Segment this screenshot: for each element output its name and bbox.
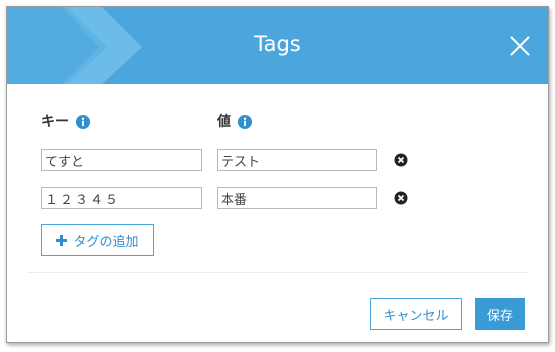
info-icon[interactable] (238, 115, 252, 129)
key-column-header: キー (41, 113, 90, 131)
tag-value-input[interactable] (217, 149, 377, 171)
key-label: キー (41, 114, 69, 130)
tag-key-input[interactable] (41, 187, 202, 209)
cancel-button[interactable]: キャンセル (370, 298, 462, 330)
save-button[interactable]: 保存 (475, 298, 525, 330)
info-icon[interactable] (76, 115, 90, 129)
plus-icon (56, 234, 68, 246)
value-column-header: 値 (217, 113, 252, 131)
dialog-header: Tags (7, 7, 548, 84)
tag-key-input[interactable] (41, 149, 202, 171)
footer-divider (27, 272, 528, 273)
add-tag-button[interactable]: タグの追加 (41, 224, 154, 256)
close-icon[interactable] (509, 35, 531, 57)
tags-dialog: Tags キー 値 てすと テスト １２３４５ 本番 タグの追加 キャンセル 保… (6, 6, 549, 343)
add-tag-label: タグの追加 (73, 234, 139, 250)
value-label: 値 (217, 114, 231, 130)
remove-icon[interactable] (394, 191, 408, 205)
dialog-title: Tags (254, 32, 301, 56)
tag-value-input[interactable] (217, 187, 377, 209)
remove-icon[interactable] (394, 153, 408, 167)
